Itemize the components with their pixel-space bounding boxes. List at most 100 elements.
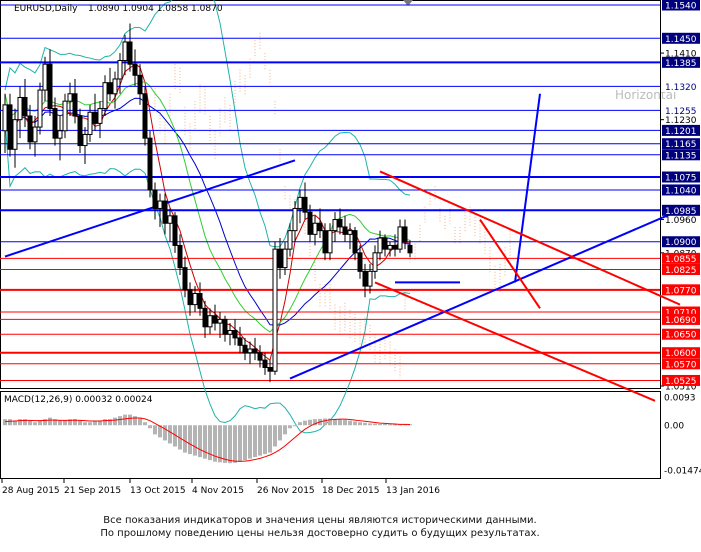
macd-bar — [88, 422, 92, 426]
candle-body — [382, 237, 388, 250]
candle-body — [262, 359, 268, 369]
macd-bar — [188, 425, 192, 455]
blue-level-label: 1.1385 — [665, 59, 697, 69]
macd-bar — [253, 425, 257, 458]
candle-body — [367, 270, 373, 287]
red-level-label: 1.0770 — [665, 286, 697, 296]
chart-stage: Horizontal EURUSD,Daily 1.0890 1.0904 1.… — [0, 0, 701, 496]
candle-body — [147, 137, 153, 191]
price-panel — [0, 0, 661, 389]
time-axis: 28 Aug 2015 21 Sep 2015 13 Oct 2015 4 Nov 2… — [1, 478, 440, 496]
candle-body — [172, 215, 178, 246]
macd-bar — [383, 424, 387, 426]
macd-bar — [203, 425, 207, 459]
macd-bar — [263, 425, 267, 455]
candle-body — [137, 74, 143, 95]
candle-body — [247, 348, 253, 354]
candle-body — [272, 248, 278, 372]
blue-level-label: 1.1075 — [665, 174, 697, 184]
candle-body — [337, 219, 343, 228]
candle-body — [82, 133, 88, 147]
candle-body — [292, 207, 298, 232]
macd-bar — [303, 420, 307, 426]
macd-bar — [28, 420, 32, 426]
macd-bar — [118, 416, 122, 426]
macd-bar — [363, 422, 367, 426]
macd-bar — [183, 425, 187, 453]
candle-body — [322, 230, 328, 254]
macd-bar — [103, 419, 107, 426]
macd-bar — [278, 425, 282, 441]
candle-body — [237, 337, 243, 346]
macd-axis: 0.0093 0.00 -0.01474 — [664, 394, 701, 477]
candle-body — [397, 226, 403, 250]
time-tick-label: 13 Oct 2015 — [130, 486, 186, 496]
time-tick-label: 28 Aug 2015 — [2, 486, 60, 496]
blue-level-label: 1.0900 — [665, 238, 697, 248]
macd-bar — [168, 425, 172, 444]
candle-body — [7, 104, 13, 150]
macd-bar — [8, 419, 12, 426]
blue-level-label: 1.1165 — [665, 140, 697, 150]
macd-tick-label: -0.01474 — [664, 467, 701, 477]
candle-body — [57, 130, 63, 139]
candle-body — [32, 126, 38, 143]
candle-body — [347, 230, 353, 235]
red-level-label: 1.0855 — [665, 255, 697, 265]
candle-body — [77, 115, 83, 147]
macd-bar — [388, 424, 392, 426]
macd-bar — [78, 420, 82, 426]
macd-bar — [143, 422, 147, 426]
red-level-label: 1.0570 — [665, 360, 697, 370]
macd-bar — [18, 419, 22, 426]
candle-body — [357, 252, 363, 272]
candle-body — [307, 211, 313, 235]
candle-body — [22, 96, 28, 117]
candle-body — [47, 63, 53, 110]
macd-bar — [358, 422, 362, 426]
time-tick-label: 26 Nov 2015 — [257, 486, 315, 496]
candle-body — [177, 244, 183, 269]
candle-body — [297, 196, 303, 209]
candle-body — [17, 96, 23, 121]
candle-body — [332, 219, 338, 232]
macd-bar — [288, 425, 292, 429]
macd-bar — [148, 425, 152, 429]
candle-body — [257, 352, 263, 361]
candle-body — [402, 226, 408, 243]
red-level-label: 1.0690 — [665, 316, 697, 326]
candle-body — [112, 78, 118, 95]
candle-body — [387, 244, 393, 250]
candle-body — [12, 119, 18, 150]
macd-bar — [218, 425, 222, 463]
candle-body — [97, 108, 103, 124]
candle-body — [67, 93, 73, 102]
candle-body — [117, 59, 123, 80]
candle-body — [217, 318, 223, 324]
blue-level-label: 1.1320 — [665, 83, 697, 93]
macd-bar — [63, 420, 67, 426]
candle-body — [162, 200, 168, 224]
candle-body — [197, 293, 203, 309]
candle-body — [142, 93, 148, 139]
candle-body — [72, 93, 78, 117]
candle-body — [37, 89, 43, 128]
candle-body — [327, 230, 333, 254]
time-tick-label: 21 Sep 2015 — [64, 486, 121, 496]
macd-bar — [338, 419, 342, 426]
macd-bar — [343, 419, 347, 426]
candle-body — [407, 244, 413, 254]
price-tick-label: 1.0960 — [665, 216, 697, 226]
macd-bar — [258, 425, 262, 456]
red-level-label: 1.0650 — [665, 331, 697, 341]
candle-body — [362, 270, 368, 287]
candle-body — [122, 41, 128, 61]
candle-body — [342, 226, 348, 235]
disclaimer: Все показания индикаторов и значения цен… — [0, 514, 640, 540]
macd-bar — [233, 425, 237, 463]
candle-body — [252, 348, 258, 354]
macd-bar — [248, 425, 252, 459]
blue-level-label: 1.1255 — [665, 107, 697, 117]
red-level-label: 1.0825 — [665, 266, 697, 276]
candle-body — [132, 63, 138, 76]
